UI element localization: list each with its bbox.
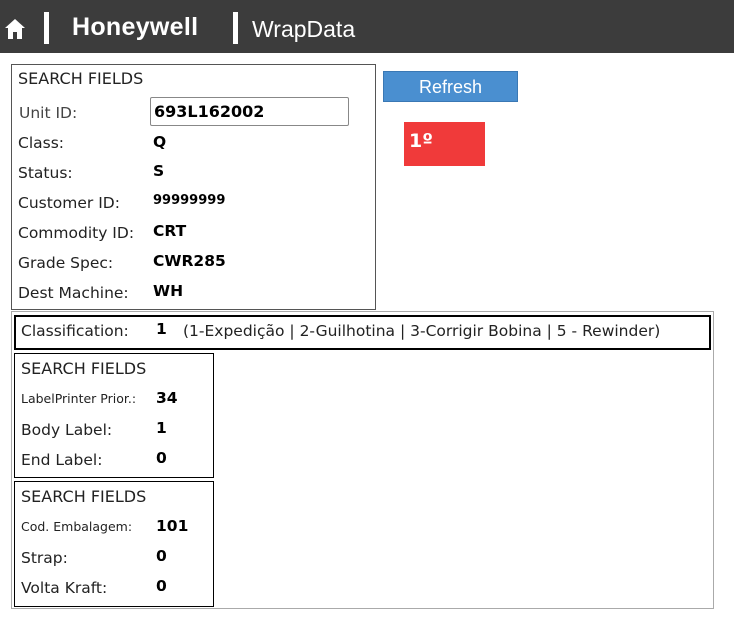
refresh-button[interactable]: Refresh (383, 71, 518, 102)
search-fields-title: SEARCH FIELDS (18, 69, 144, 88)
dest-machine-label: Dest Machine: (18, 284, 129, 302)
volta-kraft-value: 0 (156, 577, 167, 595)
customer-id-label: Customer ID: (18, 194, 120, 212)
status-value: S (153, 162, 165, 180)
class-value: Q (153, 133, 167, 151)
customer-id-value: 99999999 (153, 193, 226, 208)
class-label: Class: (18, 134, 65, 152)
cod-embalagem-label: Cod. Embalagem: (21, 519, 133, 534)
grade-spec-label: Grade Spec: (18, 254, 114, 272)
unit-id-input[interactable] (150, 97, 349, 126)
end-label-value: 0 (156, 449, 167, 467)
packaging-fields-title: SEARCH FIELDS (21, 487, 147, 506)
status-label: Status: (18, 164, 73, 182)
header-divider (44, 12, 49, 44)
grade-spec-value: CWR285 (153, 252, 226, 270)
commodity-id-label: Commodity ID: (18, 224, 135, 242)
app-name: WrapData (252, 16, 356, 42)
top-bar: Honeywell WrapData (0, 0, 734, 53)
brand-name: Honeywell (72, 13, 199, 41)
body-label-label: Body Label: (21, 421, 113, 439)
label-fields-title: SEARCH FIELDS (21, 359, 147, 378)
classification-options: (1-Expedição | 2-Guilhotina | 3-Corrigir… (183, 322, 661, 340)
dest-machine-value: WH (153, 282, 184, 300)
strap-label: Strap: (21, 549, 68, 567)
header-divider (233, 12, 238, 44)
body-label-value: 1 (156, 419, 167, 437)
volta-kraft-label: Volta Kraft: (21, 579, 108, 597)
labelprinter-prior-value: 34 (156, 389, 178, 407)
unit-id-label: Unit ID: (19, 104, 78, 122)
strap-value: 0 (156, 547, 167, 565)
home-icon[interactable] (4, 17, 26, 41)
commodity-id-value: CRT (153, 222, 187, 240)
end-label-label: End Label: (21, 451, 103, 469)
classification-value: 1 (156, 320, 167, 338)
classification-label: Classification: (21, 322, 129, 340)
rank-badge: 1º (404, 122, 485, 166)
cod-embalagem-value: 101 (156, 517, 189, 535)
labelprinter-prior-label: LabelPrinter Prior.: (21, 391, 137, 406)
